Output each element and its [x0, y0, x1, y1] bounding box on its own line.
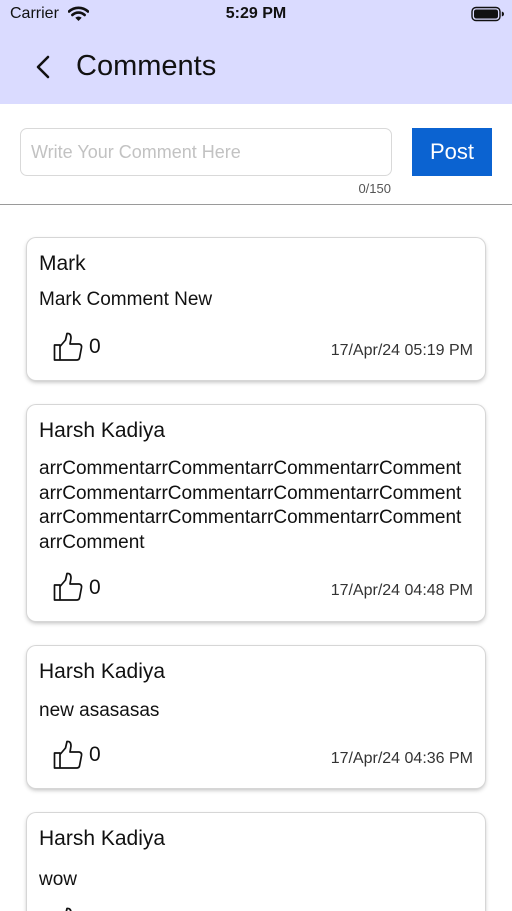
divider	[0, 204, 512, 205]
comment-author: Harsh Kadiya	[39, 660, 166, 683]
comment-card: Harsh Kadiya new asasasas 0 17/Apr/24 04…	[27, 646, 485, 788]
thumbs-up-icon[interactable]	[52, 571, 84, 603]
comment-author: Harsh Kadiya	[39, 419, 166, 442]
post-button[interactable]: Post	[412, 128, 492, 176]
status-bar: Carrier 5:29 PM	[0, 0, 512, 30]
comment-author: Mark	[39, 252, 86, 275]
comment-text: arrCommentarrCommentarrCommentarrComment…	[39, 458, 462, 553]
like-count: 0	[89, 335, 101, 358]
page-title: Comments	[76, 50, 217, 82]
thumbs-up-icon[interactable]	[52, 906, 84, 911]
like-count: 0	[89, 576, 101, 599]
comment-timestamp: 17/Apr/24 04:48 PM	[330, 582, 473, 599]
comment-input[interactable]	[20, 128, 392, 176]
comment-timestamp: 17/Apr/24 05:19 PM	[330, 342, 473, 359]
back-chevron-icon[interactable]	[28, 50, 58, 84]
comment-text: wow	[39, 869, 78, 890]
like-count: 0	[89, 743, 101, 766]
thumbs-up-icon[interactable]	[52, 739, 84, 771]
battery-icon	[471, 6, 505, 27]
comment-card: Mark Mark Comment New 0 17/Apr/24 05:19 …	[27, 238, 485, 380]
thumbs-up-icon[interactable]	[52, 331, 84, 363]
comment-author: Harsh Kadiya	[39, 827, 166, 850]
char-counter: 0/150	[358, 181, 391, 196]
nav-bar: Comments	[0, 30, 512, 104]
comment-text: Mark Comment New	[39, 289, 213, 310]
comment-text: new asasasas	[39, 700, 160, 721]
comment-card: Harsh Kadiya wow 0	[27, 813, 485, 911]
clock: 5:29 PM	[225, 5, 287, 22]
comment-card: Harsh Kadiya arrCommentarrCommentarrComm…	[27, 405, 485, 621]
comment-timestamp: 17/Apr/24 04:36 PM	[330, 750, 473, 767]
